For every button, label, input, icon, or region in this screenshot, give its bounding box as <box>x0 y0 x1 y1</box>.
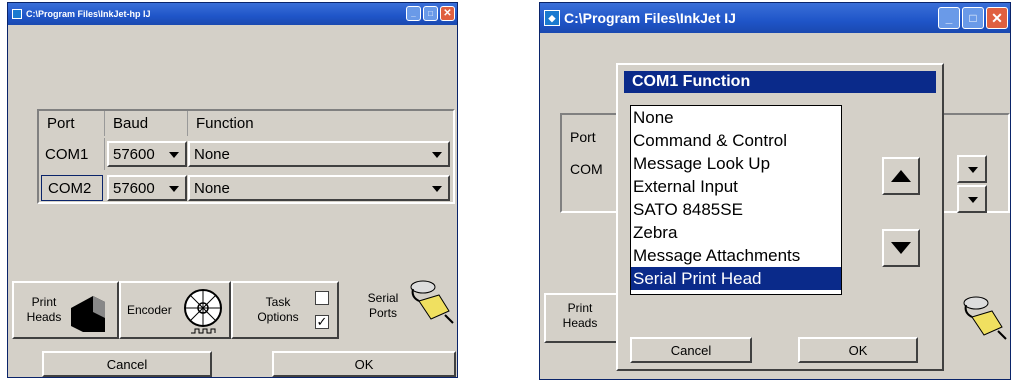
list-item[interactable]: Zebra <box>631 221 841 244</box>
scroll-down-button[interactable] <box>882 229 920 267</box>
list-item[interactable]: Message Look Up <box>631 152 841 175</box>
serial-cable-icon <box>410 280 454 324</box>
column-header-port: Port <box>570 129 596 145</box>
tab-print-heads[interactable]: Print Heads <box>12 281 119 339</box>
maximize-icon[interactable]: □ <box>962 7 984 29</box>
close-icon[interactable]: ✕ <box>440 6 455 21</box>
function-dropdown[interactable]: None <box>188 175 450 201</box>
column-header-function: Function <box>196 115 254 132</box>
right-titlebar: ◆ C:\Program Files\InkJet IJ _ □ ✕ <box>540 3 1010 33</box>
tab-serial-ports[interactable]: Serial Ports <box>339 275 455 337</box>
function-dropdown[interactable]: None <box>188 141 450 167</box>
app-icon: ◆ <box>544 10 560 26</box>
encoder-icon <box>184 289 222 334</box>
chevron-down-icon <box>432 186 442 192</box>
print-head-icon <box>71 296 105 332</box>
tab-task-options[interactable]: Task Options ✓ <box>231 281 339 339</box>
column-header-port: Port <box>39 111 105 136</box>
left-titlebar: C:\Program Files\InkJet-hp IJ _ □ ✕ <box>8 3 457 25</box>
ok-button[interactable]: OK <box>272 351 456 377</box>
list-item-selected[interactable]: Serial Print Head <box>631 267 841 290</box>
scroll-up-button[interactable] <box>882 157 920 195</box>
list-item[interactable]: SATO 8485SE <box>631 198 841 221</box>
function-listbox[interactable]: None Command & Control Message Look Up E… <box>630 105 842 295</box>
close-icon[interactable]: ✕ <box>986 7 1008 29</box>
baud-dropdown[interactable]: 57600 <box>107 175 187 201</box>
port-cell: COM2 <box>41 175 103 201</box>
right-window-title: C:\Program Files\InkJet IJ <box>564 10 736 26</box>
cancel-button[interactable]: Cancel <box>630 337 752 363</box>
com1-function-dialog: COM1 Function None Command & Control Mes… <box>616 63 944 371</box>
task-option-checkbox-2[interactable]: ✓ <box>315 315 329 329</box>
baud-dropdown[interactable]: 57600 <box>107 141 187 167</box>
ok-button[interactable]: OK <box>798 337 918 363</box>
table-row: COM1 57600 None <box>39 138 453 170</box>
cancel-button[interactable]: Cancel <box>42 351 212 377</box>
task-option-checkbox-1[interactable] <box>315 291 329 305</box>
column-header-baud: Baud <box>105 111 188 136</box>
left-window-title: C:\Program Files\InkJet-hp IJ <box>26 9 151 19</box>
serial-ports-table: Port Baud Function COM1 57600 None COM2 … <box>37 109 455 204</box>
minimize-icon[interactable]: _ <box>406 6 421 21</box>
chevron-down-icon <box>169 152 179 158</box>
function-dropdown[interactable] <box>957 185 987 213</box>
tab-encoder[interactable]: Encoder <box>119 281 231 339</box>
list-item[interactable]: Command & Control <box>631 129 841 152</box>
maximize-icon[interactable]: □ <box>423 6 438 21</box>
chevron-down-icon <box>968 167 978 173</box>
port-cell: COM <box>570 161 603 177</box>
app-icon <box>12 9 22 19</box>
chevron-down-icon <box>432 152 442 158</box>
minimize-icon[interactable]: _ <box>938 7 960 29</box>
list-item[interactable]: External Input <box>631 175 841 198</box>
arrow-up-icon <box>891 170 911 182</box>
dialog-title: COM1 Function <box>624 71 936 93</box>
list-item[interactable]: Message Attachments <box>631 244 841 267</box>
list-item[interactable]: None <box>631 106 841 129</box>
port-cell: COM1 <box>39 138 105 170</box>
tab-print-heads[interactable]: Print Heads <box>544 293 624 343</box>
right-window: ◆ C:\Program Files\InkJet IJ _ □ ✕ Port … <box>539 2 1011 380</box>
table-row: COM2 57600 None <box>39 172 453 204</box>
left-window: C:\Program Files\InkJet-hp IJ _ □ ✕ Port… <box>7 2 458 378</box>
function-dropdown[interactable] <box>957 155 987 183</box>
serial-cable-icon <box>963 296 1007 340</box>
chevron-down-icon <box>968 197 978 203</box>
arrow-down-icon <box>891 242 911 254</box>
chevron-down-icon <box>169 186 179 192</box>
